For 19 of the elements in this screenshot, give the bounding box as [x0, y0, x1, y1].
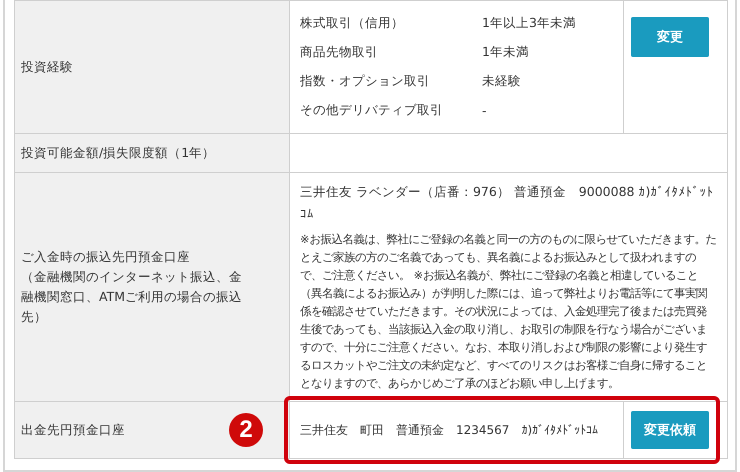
trade-type: 株式取引（信用） — [300, 15, 405, 32]
change-request-button[interactable]: 変更依頼 — [631, 411, 709, 449]
bank-account-text: 三井住友 ラベンダー（店番：976） 普通預金 9000088 ｶ)ｶﾞｲﾀﾒﾄﾞｯﾄｺﾑ — [300, 183, 714, 223]
row-label-note: （金融機関のインターネット振込、金融機関窓口、ATMご利用の場合の振込先） — [21, 268, 244, 326]
experience-value: - — [482, 103, 487, 118]
trade-type: その他デリバティブ取引 — [300, 102, 444, 119]
experience-value: 未経験 — [482, 73, 521, 90]
trade-type: 商品先物取引 — [300, 44, 379, 61]
row-label: 投資可能金額/損失限度額（1年） — [21, 143, 216, 163]
row-label: 出金先円預金口座 — [21, 420, 125, 440]
experience-value: 1年以上3年未満 — [482, 15, 576, 32]
bank-account-text: 三井住友 町田 普通預金 1234567 ｶ)ｶﾞｲﾀﾒﾄﾞｯﾄｺﾑ — [300, 422, 598, 436]
row-label: 投資経験 — [21, 57, 73, 77]
trade-type: 指数・オプション取引 — [300, 73, 431, 90]
experience-value: 1年未満 — [482, 44, 529, 61]
change-button[interactable]: 変更 — [631, 17, 709, 57]
notice-text: ※お振込名義は、弊社にご登録の名義と同一の方のものに限らせていただきます。たとえご家族の方のご名義であっても、異名義によるお振込みとして扱われますので、ご注意ください。 ※お振込名義が、弊社にご登録の名義と相違していること（異名義によるお振込み）が判明した際には、追って弊社よりお電話等にて事実関係を確認させていただきます。その状況によっては、入金処理完了後または売買発生後であっても、当該振込入金の取り消し、お取引の制限を行なう場合がございますので、十分にご注意ください。なお、本取り消しおよび制限の影響により発生するロスカットやご注文の未約定など、すべてのリスクはお客様ご自身に帰することとなりますので、あらかじめご了承のほどお願い申し上げます。 — [300, 232, 717, 392]
row-label: ご入金時の振込先円預金口座 — [21, 247, 190, 267]
step-number-badge: 2 — [229, 413, 263, 447]
